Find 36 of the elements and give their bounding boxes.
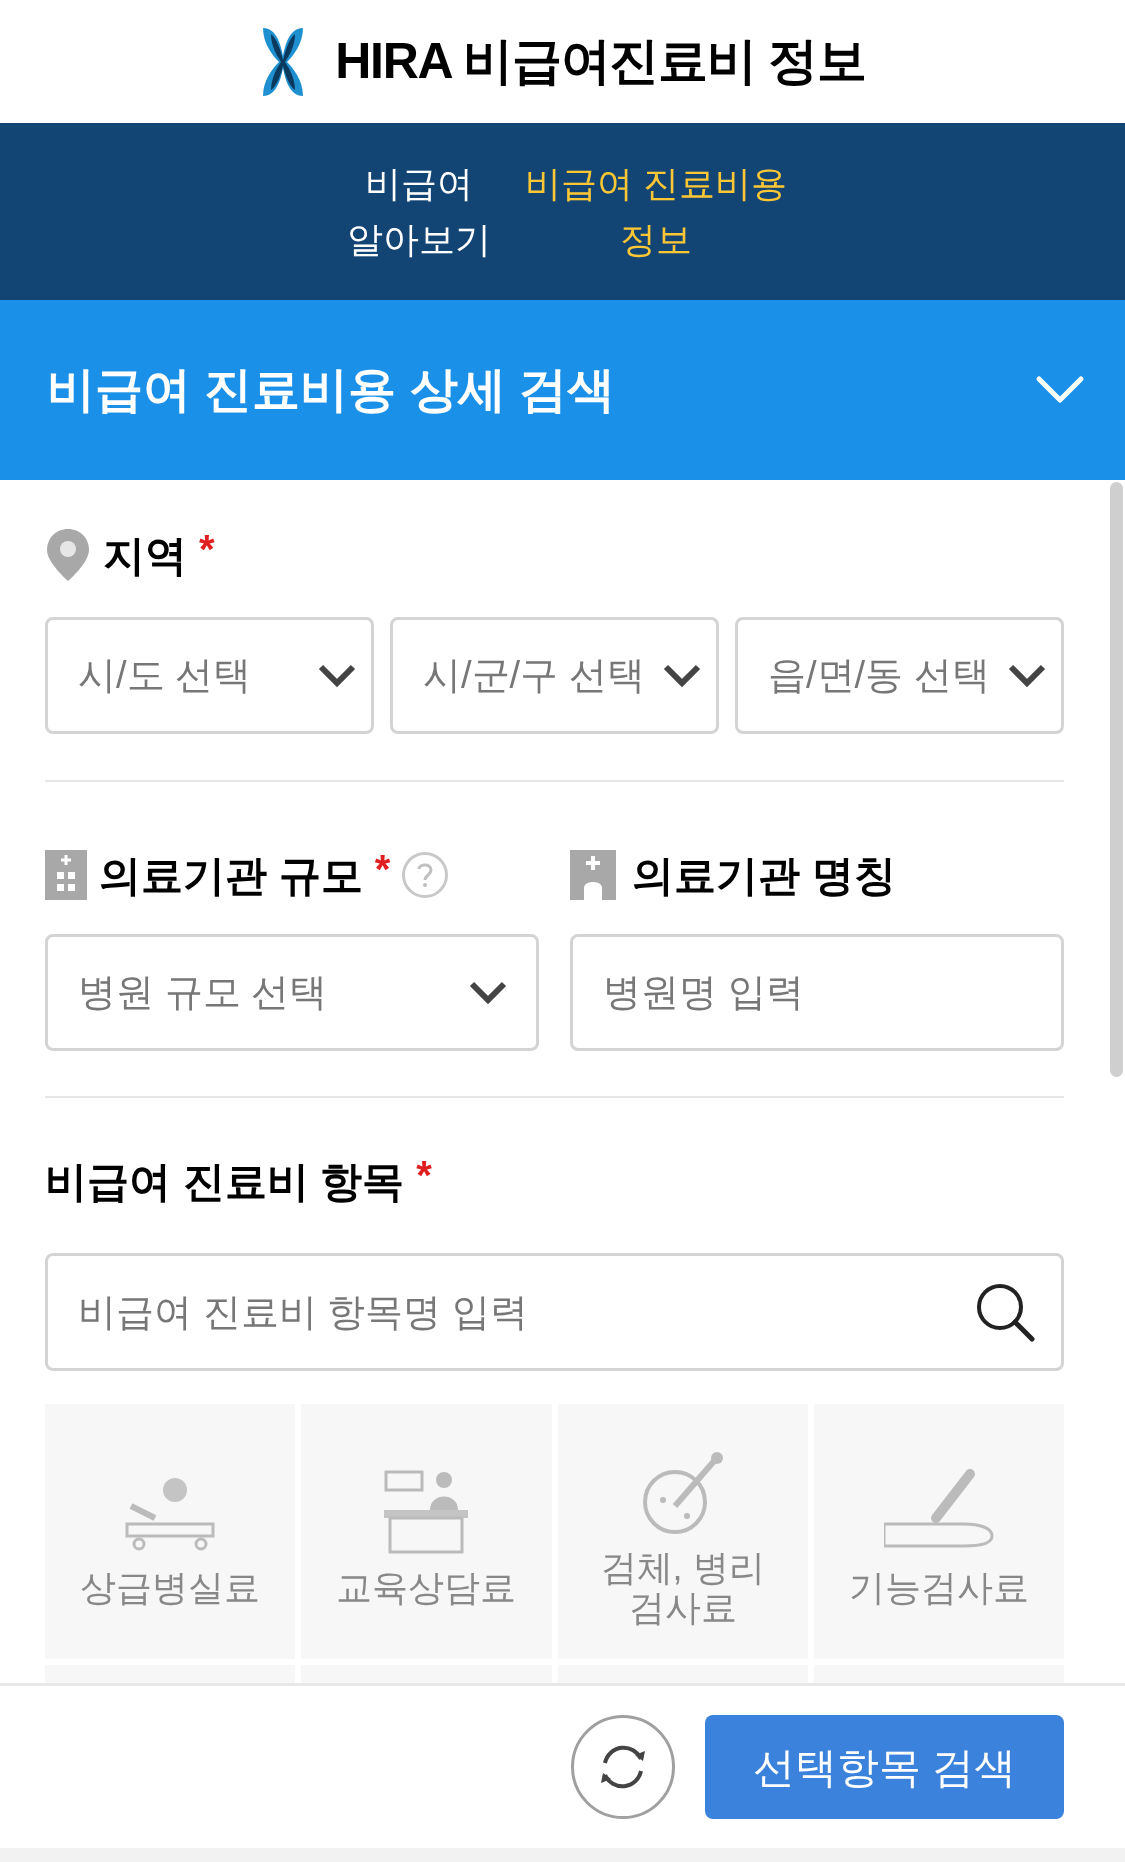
scrollbar[interactable] xyxy=(1110,482,1123,1077)
chevron-down-icon xyxy=(1007,662,1047,689)
nav-tab[interactable]: 비급여 알아보기 xyxy=(347,155,492,268)
category-tile[interactable]: 검체, 병리 검사료 xyxy=(557,1404,808,1659)
app-title: HIRA 비급여진료비 정보 xyxy=(335,32,866,91)
section-label: 의료기관 명칭 xyxy=(632,850,896,901)
required-asterisk: * xyxy=(416,1152,432,1199)
chevron-down-icon xyxy=(317,662,357,689)
search-panel-header[interactable]: 비급여 진료비용 상세 검색 xyxy=(0,300,1125,480)
required-asterisk: * xyxy=(374,846,391,893)
hospital-icon xyxy=(570,850,616,900)
search-icon[interactable] xyxy=(974,1281,1036,1343)
search-button[interactable]: 선택항목 검색 xyxy=(705,1715,1064,1819)
region-select[interactable]: 시/군/구 선택 xyxy=(390,617,719,734)
region-select[interactable]: 시/도 선택 xyxy=(45,617,374,734)
chevron-down-icon xyxy=(1035,375,1085,405)
section-label: 의료기관 규모 xyxy=(99,850,363,901)
category-tile[interactable]: 기능검사료 xyxy=(813,1404,1064,1659)
category-tile[interactable]: 교육상담료 xyxy=(301,1404,552,1659)
section-label: 지역 xyxy=(103,530,187,581)
hospital-name-field[interactable]: 병원명 입력 xyxy=(570,934,1064,1051)
petri-dish-icon xyxy=(640,1449,725,1536)
chevron-down-icon xyxy=(468,979,508,1006)
nav-tab[interactable]: 비급여 진료비용 정보 xyxy=(525,155,788,268)
item-search-field[interactable]: 비급여 진료비 항목명 입력 xyxy=(45,1253,1064,1371)
hospital-scale-select[interactable]: 병원 규모 선택 xyxy=(45,934,539,1051)
desk-person-icon xyxy=(384,1469,469,1556)
building-icon xyxy=(45,850,87,900)
required-asterisk: * xyxy=(199,526,215,573)
chevron-down-icon xyxy=(662,662,702,689)
region-select[interactable]: 읍/면/동 선택 xyxy=(735,617,1064,734)
section-label: 비급여 진료비 항목 xyxy=(45,1156,405,1207)
category-tile[interactable]: 상급병실료 xyxy=(45,1404,296,1659)
help-icon[interactable] xyxy=(402,852,449,898)
panel-title: 비급여 진료비용 상세 검색 xyxy=(47,362,615,418)
location-pin-icon xyxy=(45,527,91,583)
